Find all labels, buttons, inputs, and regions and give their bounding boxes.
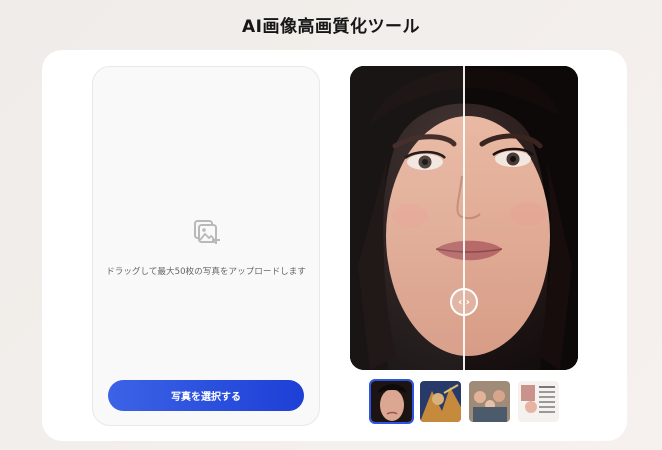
thumbnail-family-photo[interactable]	[467, 379, 512, 424]
select-photo-button[interactable]: 写真を選択する	[108, 380, 304, 411]
before-after-comparison[interactable]: ‹ ›	[350, 66, 578, 370]
thumbnail-fantasy-art[interactable]	[418, 379, 463, 424]
sample-thumbnails	[369, 379, 561, 425]
add-image-icon	[194, 220, 220, 244]
left-right-arrows-icon[interactable]: ‹ ›	[450, 288, 478, 316]
upload-dropzone[interactable]: ドラッグして最大50枚の写真をアップロードします 写真を選択する	[92, 66, 320, 426]
page-title: AI画像高画質化ツール	[242, 17, 420, 37]
thumbnail-magazine-page[interactable]	[516, 379, 561, 424]
comparison-divider	[463, 66, 465, 370]
upload-instruction: ドラッグして最大50枚の写真をアップロードします	[106, 267, 306, 277]
thumbnail-woman-portrait[interactable]	[369, 379, 414, 424]
